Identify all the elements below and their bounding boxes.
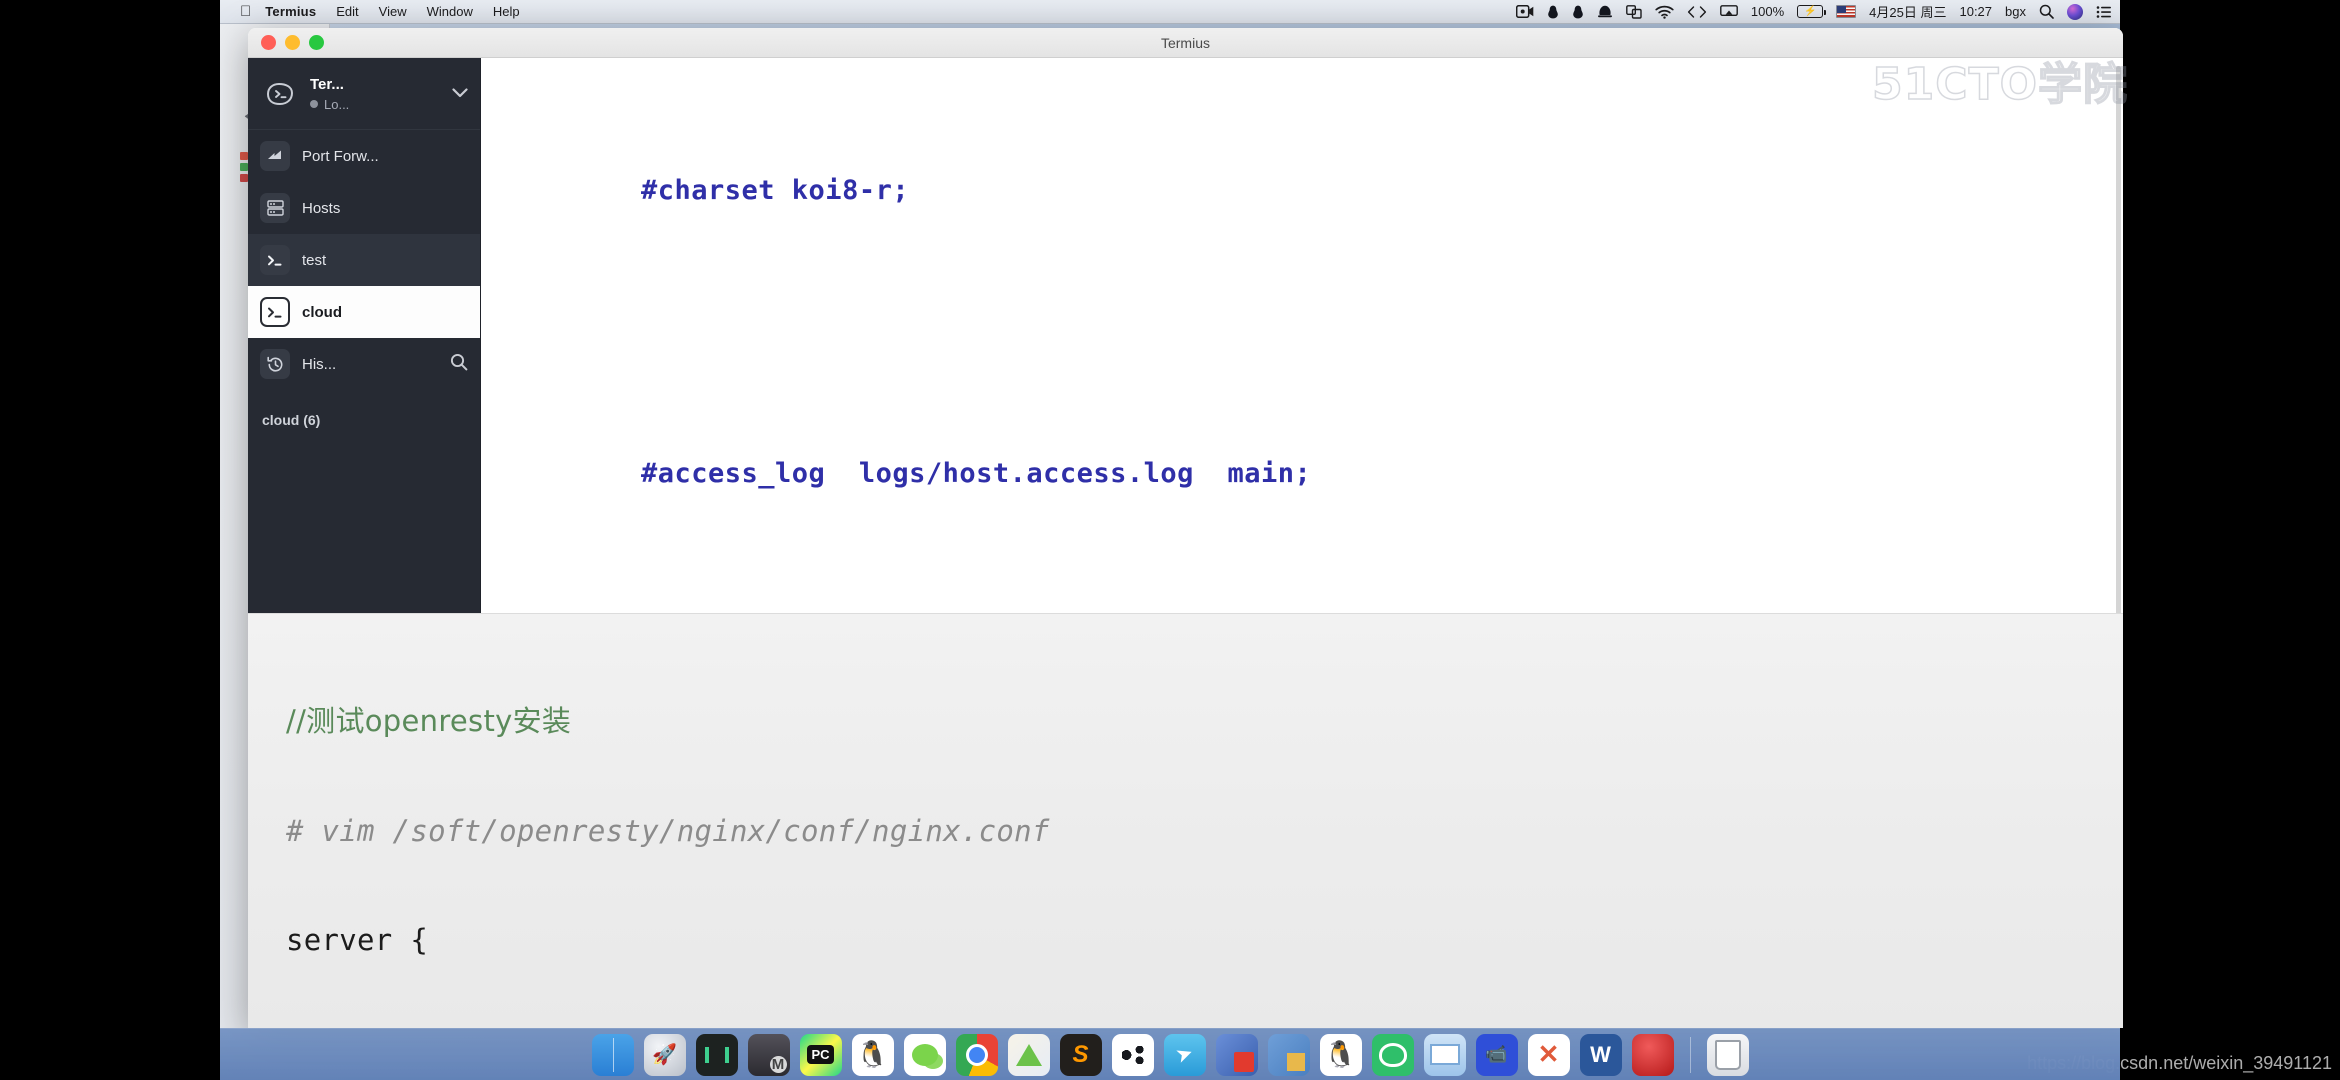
- terminal-line: #access_log logs/host.access.log main;: [641, 457, 1312, 489]
- account-meta: Ter... Lo...: [310, 76, 446, 112]
- us-flag-icon[interactable]: [1836, 5, 1857, 18]
- dock-app-meeting[interactable]: [1475, 1033, 1518, 1076]
- sidebar-item-test[interactable]: test: [248, 234, 480, 286]
- dock-app-wechat-work[interactable]: [1371, 1033, 1414, 1076]
- bell-icon[interactable]: [1597, 5, 1613, 18]
- dock-app-evernote[interactable]: [1267, 1033, 1310, 1076]
- battery-percent-label: 100%: [1750, 4, 1785, 19]
- menu-item-edit[interactable]: Edit: [336, 4, 358, 19]
- battery-charging-icon[interactable]: ⚡: [1797, 5, 1827, 18]
- apple-icon[interactable]: : [240, 4, 251, 19]
- qq-penguin-icon[interactable]: [1547, 5, 1559, 19]
- dock-app-keynote[interactable]: [1423, 1033, 1466, 1076]
- menu-item-help[interactable]: Help: [493, 4, 520, 19]
- menu-app-title[interactable]: Termius: [265, 4, 316, 19]
- siri-icon[interactable]: [2067, 3, 2083, 20]
- dock-app-iterm[interactable]: [695, 1033, 738, 1076]
- menubar-date[interactable]: 4月25日 周三: [1869, 2, 1946, 21]
- letterbox-right: [2120, 0, 2340, 1080]
- dock-app-word[interactable]: [1579, 1033, 1622, 1076]
- macos-menubar:  Termius Edit View Window Help: [220, 0, 2120, 24]
- status-dot-icon: [310, 100, 318, 108]
- control-center-icon[interactable]: [2096, 5, 2112, 18]
- search-icon[interactable]: [2039, 4, 2054, 19]
- notes-document[interactable]: //测试openresty安装 # vim /soft/openresty/ng…: [248, 613, 2123, 1028]
- dock-app-pycharm[interactable]: [799, 1033, 842, 1076]
- menubar-time[interactable]: 10:27: [1959, 4, 1992, 19]
- account-switcher[interactable]: Ter... Lo...: [248, 58, 480, 130]
- account-status-label: Lo...: [324, 96, 350, 112]
- sidebar-item-history[interactable]: His...: [248, 338, 480, 390]
- terminal-line: #charset koi8-r;: [641, 174, 910, 206]
- sidebar-item-hosts[interactable]: Hosts: [248, 182, 480, 234]
- termius-logo-icon: [260, 77, 300, 111]
- dock-app-outlook[interactable]: [1215, 1033, 1258, 1076]
- dock-app-wechat[interactable]: [903, 1033, 946, 1076]
- sidebar-item-label: His...: [302, 355, 337, 373]
- port-forwarding-icon: [260, 141, 290, 171]
- dock-separator: [1689, 1036, 1691, 1073]
- sidebar-item-label: cloud: [302, 303, 342, 321]
- dock-app-red-app[interactable]: [1631, 1033, 1674, 1076]
- app-switch-icon[interactable]: [1626, 4, 1642, 19]
- terminal-prompt-icon: [260, 297, 290, 327]
- dock-app-typora[interactable]: [1007, 1033, 1050, 1076]
- notes-line: server {: [286, 923, 429, 958]
- screen-root:  Termius Edit View Window Help: [0, 0, 2340, 1080]
- sidebar-item-label: test: [302, 251, 327, 269]
- sidebar-item-label: Port Forw...: [302, 147, 379, 165]
- screen-record-icon[interactable]: [1515, 5, 1534, 18]
- menubar-status-tray: 100% ⚡ 4月25日 周三 10:27 bgx: [1515, 2, 2112, 21]
- code-brackets-icon[interactable]: [1687, 5, 1707, 18]
- sidebar-item-cloud[interactable]: cloud: [248, 286, 484, 338]
- letterbox-left: [0, 0, 220, 1080]
- menubar-user[interactable]: bgx: [2005, 4, 2026, 19]
- window-title: Termius: [1160, 34, 1210, 51]
- hosts-icon: [260, 193, 290, 223]
- search-icon[interactable]: [450, 353, 468, 375]
- terminal-scrollbar[interactable]: [2116, 66, 2121, 646]
- airplay-icon[interactable]: [1720, 5, 1738, 18]
- dock-app-xmind[interactable]: [1527, 1033, 1570, 1076]
- dock-app-termius[interactable]: [1111, 1033, 1154, 1076]
- dock-app-telegram[interactable]: [1163, 1033, 1206, 1076]
- notes-content: //测试openresty安装 # vim /soft/openresty/ng…: [248, 614, 2123, 1028]
- account-name: Ter...: [310, 75, 344, 93]
- dock-app-finder[interactable]: [591, 1033, 634, 1076]
- dock-app-qq-2[interactable]: [1319, 1033, 1362, 1076]
- dock-app-trash[interactable]: [1706, 1033, 1749, 1076]
- terminal-prompt-icon: [260, 245, 290, 275]
- notes-line: //测试openresty安装: [286, 704, 572, 739]
- sidebar-item-label: Hosts: [302, 199, 341, 217]
- dock-app-mamp[interactable]: [747, 1033, 790, 1076]
- dock-app-launchpad[interactable]: [643, 1033, 686, 1076]
- sidebar-footer-label[interactable]: cloud (6): [248, 398, 480, 428]
- history-icon: [260, 349, 290, 379]
- wifi-icon[interactable]: [1655, 5, 1674, 19]
- chevron-down-icon[interactable]: [446, 86, 468, 101]
- menu-item-view[interactable]: View: [379, 4, 407, 19]
- dock-app-chrome[interactable]: [955, 1033, 998, 1076]
- dock-app-sublime-text[interactable]: [1059, 1033, 1102, 1076]
- macos-dock: [220, 1028, 2120, 1080]
- qq-penguin-icon-2[interactable]: [1572, 5, 1584, 19]
- sidebar-item-port-forwarding[interactable]: Port Forw...: [248, 130, 480, 182]
- dock-app-qq[interactable]: [851, 1033, 894, 1076]
- window-titlebar[interactable]: Termius: [248, 28, 2123, 58]
- menu-item-window[interactable]: Window: [427, 4, 473, 19]
- notes-line: # vim /soft/openresty/nginx/conf/nginx.c…: [286, 813, 1050, 848]
- account-status: Lo...: [310, 97, 446, 112]
